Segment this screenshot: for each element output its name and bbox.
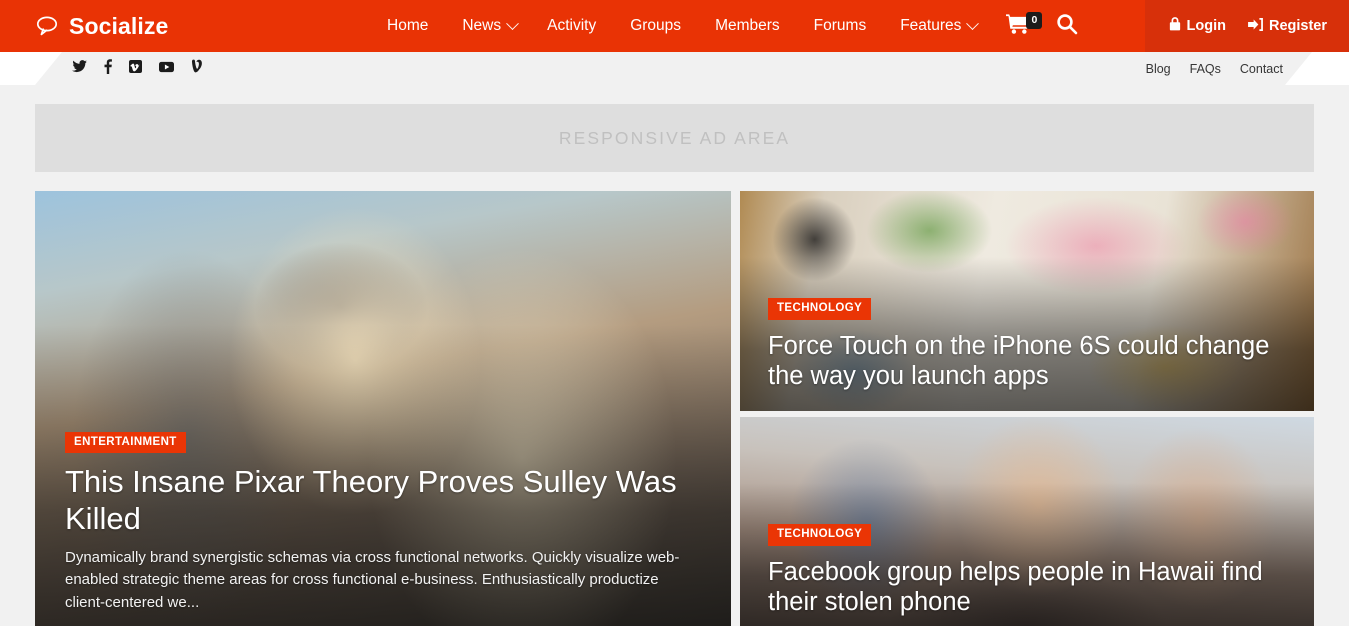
nav-label: Groups bbox=[630, 17, 682, 34]
featured-post-main[interactable]: ENTERTAINMENT This Insane Pixar Theory P… bbox=[35, 191, 731, 626]
nav-label: Members bbox=[715, 17, 780, 34]
vimeo-icon[interactable] bbox=[129, 59, 142, 78]
category-badge[interactable]: TECHNOLOGY bbox=[768, 298, 872, 320]
post-title: This Insane Pixar Theory Proves Sulley W… bbox=[65, 464, 677, 537]
twitter-icon[interactable] bbox=[72, 59, 87, 78]
featured-posts-grid: ENTERTAINMENT This Insane Pixar Theory P… bbox=[35, 191, 1314, 626]
nav-item-features[interactable]: Features bbox=[883, 0, 990, 52]
category-badge[interactable]: TECHNOLOGY bbox=[768, 524, 872, 546]
social-links bbox=[72, 58, 204, 79]
youtube-icon[interactable] bbox=[159, 60, 174, 78]
login-button[interactable]: Login bbox=[1169, 17, 1226, 35]
cart-count-badge: 0 bbox=[1026, 12, 1043, 29]
featured-post-side-1[interactable]: TECHNOLOGY Force Touch on the iPhone 6S … bbox=[740, 191, 1314, 411]
chevron-down-icon bbox=[506, 16, 519, 30]
nav-item-news[interactable]: News bbox=[445, 0, 530, 52]
cart-button[interactable]: 0 bbox=[990, 0, 1043, 52]
facebook-icon[interactable] bbox=[104, 58, 112, 79]
brand-name: Socialize bbox=[69, 12, 169, 39]
responsive-ad-area: RESPONSIVE AD AREA bbox=[35, 104, 1314, 172]
vine-icon[interactable] bbox=[191, 59, 204, 78]
secondary-bar: Blog FAQs Contact bbox=[0, 52, 1349, 85]
sublink-faqs[interactable]: FAQs bbox=[1190, 62, 1221, 76]
nav-label: Forums bbox=[813, 17, 867, 34]
featured-side-column: TECHNOLOGY Force Touch on the iPhone 6S … bbox=[740, 191, 1314, 626]
main-navigation: Home News Activity Groups Members Forums… bbox=[370, 0, 1139, 52]
secondary-links: Blog FAQs Contact bbox=[1146, 62, 1313, 76]
nav-label: News bbox=[462, 17, 502, 34]
nav-label: Features bbox=[900, 17, 962, 34]
lock-icon bbox=[1169, 17, 1181, 35]
nav-label: Home bbox=[387, 17, 429, 34]
auth-area: Login Register bbox=[1144, 0, 1349, 52]
nav-item-groups[interactable]: Groups bbox=[613, 0, 698, 52]
login-label: Login bbox=[1186, 18, 1226, 34]
search-button[interactable] bbox=[1043, 0, 1091, 52]
sublink-contact[interactable]: Contact bbox=[1240, 62, 1283, 76]
register-button[interactable]: Register bbox=[1248, 17, 1327, 35]
nav-item-home[interactable]: Home bbox=[370, 0, 445, 52]
nav-item-forums[interactable]: Forums bbox=[797, 0, 884, 52]
category-badge[interactable]: ENTERTAINMENT bbox=[65, 431, 186, 454]
post-excerpt: Dynamically brand synergistic schemas vi… bbox=[65, 548, 680, 612]
register-label: Register bbox=[1268, 18, 1327, 34]
featured-post-side-2[interactable]: TECHNOLOGY Facebook group helps people i… bbox=[740, 417, 1314, 626]
main-content: RESPONSIVE AD AREA ENTERTAINMENT This In… bbox=[0, 104, 1349, 626]
post-title: Force Touch on the iPhone 6S could chang… bbox=[768, 331, 1270, 390]
site-header: Socialize Home News Activity Groups Memb… bbox=[0, 0, 1349, 52]
nav-label: Activity bbox=[547, 17, 597, 34]
brand-logo[interactable]: Socialize bbox=[0, 0, 370, 52]
chevron-down-icon bbox=[966, 16, 980, 30]
sublink-blog[interactable]: Blog bbox=[1146, 62, 1171, 76]
nav-item-members[interactable]: Members bbox=[698, 0, 797, 52]
ad-area-label: RESPONSIVE AD AREA bbox=[558, 127, 791, 148]
sign-in-icon bbox=[1248, 17, 1263, 35]
search-icon bbox=[1056, 13, 1078, 40]
chat-bubble-icon bbox=[34, 13, 60, 39]
post-title: Facebook group helps people in Hawaii fi… bbox=[768, 557, 1263, 616]
nav-item-activity[interactable]: Activity bbox=[530, 0, 613, 52]
